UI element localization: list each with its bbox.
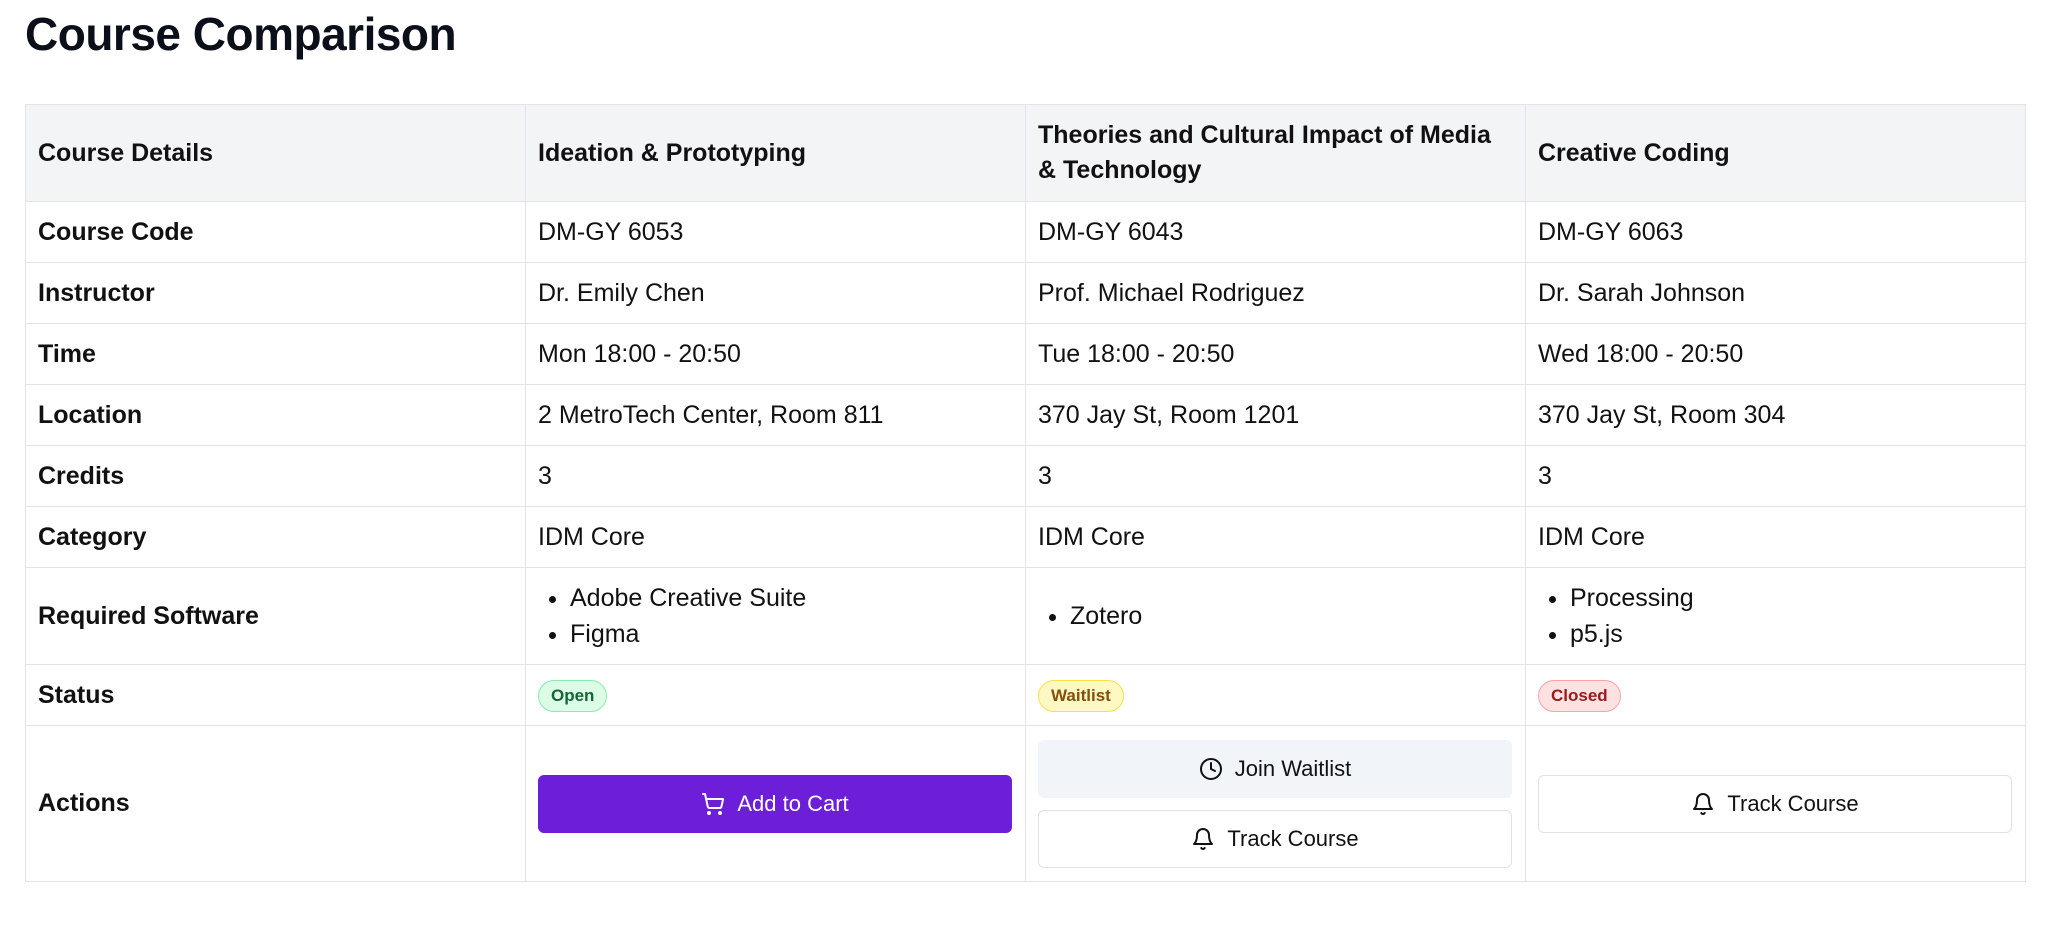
status-badge-open: Open [538, 679, 608, 712]
table-row-course-code: Course Code DM-GY 6053 DM-GY 6043 DM-GY … [25, 201, 2026, 263]
row-label: Actions [25, 725, 526, 882]
page-title: Course Comparison [25, 8, 457, 60]
row-label: Instructor [25, 262, 526, 324]
header-course-2: Theories and Cultural Impact of Media & … [1025, 104, 1526, 202]
table-row-required-software: Required Software Adobe Creative Suite F… [25, 567, 2026, 665]
credits-cell: 3 [1525, 445, 2026, 507]
software-item: Zotero [1070, 598, 1513, 634]
course-code-cell: DM-GY 6053 [525, 201, 1026, 263]
row-label: Status [25, 664, 526, 726]
table-row-credits: Credits 3 3 3 [25, 445, 2026, 507]
instructor-cell: Dr. Sarah Johnson [1525, 262, 2026, 324]
join-waitlist-label: Join Waitlist [1234, 755, 1352, 781]
table-header-row: Course Details Ideation & Prototyping Th… [25, 104, 2026, 202]
time-cell: Wed 18:00 - 20:50 [1525, 323, 2026, 385]
status-badge-waitlist: Waitlist [1038, 679, 1124, 712]
course-code-cell: DM-GY 6063 [1525, 201, 2026, 263]
software-item: p5.js [1570, 616, 2013, 652]
status-badge-closed: Closed [1538, 679, 1621, 712]
course-comparison-table: Course Details Ideation & Prototyping Th… [25, 104, 2026, 882]
software-item: Processing [1570, 580, 2013, 616]
instructor-cell: Prof. Michael Rodriguez [1025, 262, 1526, 324]
table-row-category: Category IDM Core IDM Core IDM Core [25, 506, 2026, 568]
software-item: Adobe Creative Suite [570, 580, 1013, 616]
add-to-cart-label: Add to Cart [737, 790, 849, 816]
actions-cell: Add to Cart [525, 725, 1026, 882]
status-cell: Closed [1525, 664, 2026, 726]
track-course-button[interactable]: Track Course [1538, 774, 2012, 833]
instructor-cell: Dr. Emily Chen [525, 262, 1026, 324]
location-cell: 370 Jay St, Room 1201 [1025, 384, 1526, 446]
row-label: Category [25, 506, 526, 568]
time-cell: Tue 18:00 - 20:50 [1025, 323, 1526, 385]
table-row-time: Time Mon 18:00 - 20:50 Tue 18:00 - 20:50… [25, 323, 2026, 385]
header-course-1: Ideation & Prototyping [525, 104, 1026, 202]
category-cell: IDM Core [525, 506, 1026, 568]
actions-cell: Join Waitlist Track Course [1025, 725, 1526, 882]
software-list: Zotero [1038, 598, 1513, 634]
table-row-instructor: Instructor Dr. Emily Chen Prof. Michael … [25, 262, 2026, 324]
credits-cell: 3 [1025, 445, 1526, 507]
status-cell: Waitlist [1025, 664, 1526, 726]
software-item: Figma [570, 616, 1013, 652]
row-label: Course Code [25, 201, 526, 263]
table-row-actions: Actions Add to Cart Join Waitlist Track … [25, 725, 2026, 882]
bell-icon [1693, 792, 1714, 815]
header-course-3: Creative Coding [1525, 104, 2026, 202]
clock-icon [1199, 757, 1222, 780]
software-cell: Zotero [1025, 567, 1526, 665]
table-row-status: Status Open Waitlist Closed [25, 664, 2026, 726]
track-course-label: Track Course [1227, 825, 1359, 851]
page: Course Comparison Course Details Ideatio… [0, 0, 2048, 882]
status-cell: Open [525, 664, 1026, 726]
credits-cell: 3 [525, 445, 1026, 507]
category-cell: IDM Core [1025, 506, 1526, 568]
join-waitlist-button[interactable]: Join Waitlist [1038, 739, 1512, 798]
action-stack: Join Waitlist Track Course [1038, 739, 1513, 868]
time-cell: Mon 18:00 - 20:50 [525, 323, 1026, 385]
header-course-details: Course Details [25, 104, 526, 202]
row-label: Required Software [25, 567, 526, 665]
software-list: Adobe Creative Suite Figma [538, 580, 1013, 652]
row-label: Location [25, 384, 526, 446]
cart-icon [702, 792, 725, 815]
location-cell: 2 MetroTech Center, Room 811 [525, 384, 1026, 446]
track-course-button[interactable]: Track Course [1038, 809, 1512, 868]
row-label: Credits [25, 445, 526, 507]
row-label: Time [25, 323, 526, 385]
track-course-label: Track Course [1727, 790, 1859, 816]
software-cell: Adobe Creative Suite Figma [525, 567, 1026, 665]
bell-icon [1193, 827, 1214, 850]
software-list: Processing p5.js [1538, 580, 2013, 652]
category-cell: IDM Core [1525, 506, 2026, 568]
software-cell: Processing p5.js [1525, 567, 2026, 665]
actions-cell: Track Course [1525, 725, 2026, 882]
course-code-cell: DM-GY 6043 [1025, 201, 1526, 263]
table-row-location: Location 2 MetroTech Center, Room 811 37… [25, 384, 2026, 446]
location-cell: 370 Jay St, Room 304 [1525, 384, 2026, 446]
add-to-cart-button[interactable]: Add to Cart [538, 774, 1012, 833]
